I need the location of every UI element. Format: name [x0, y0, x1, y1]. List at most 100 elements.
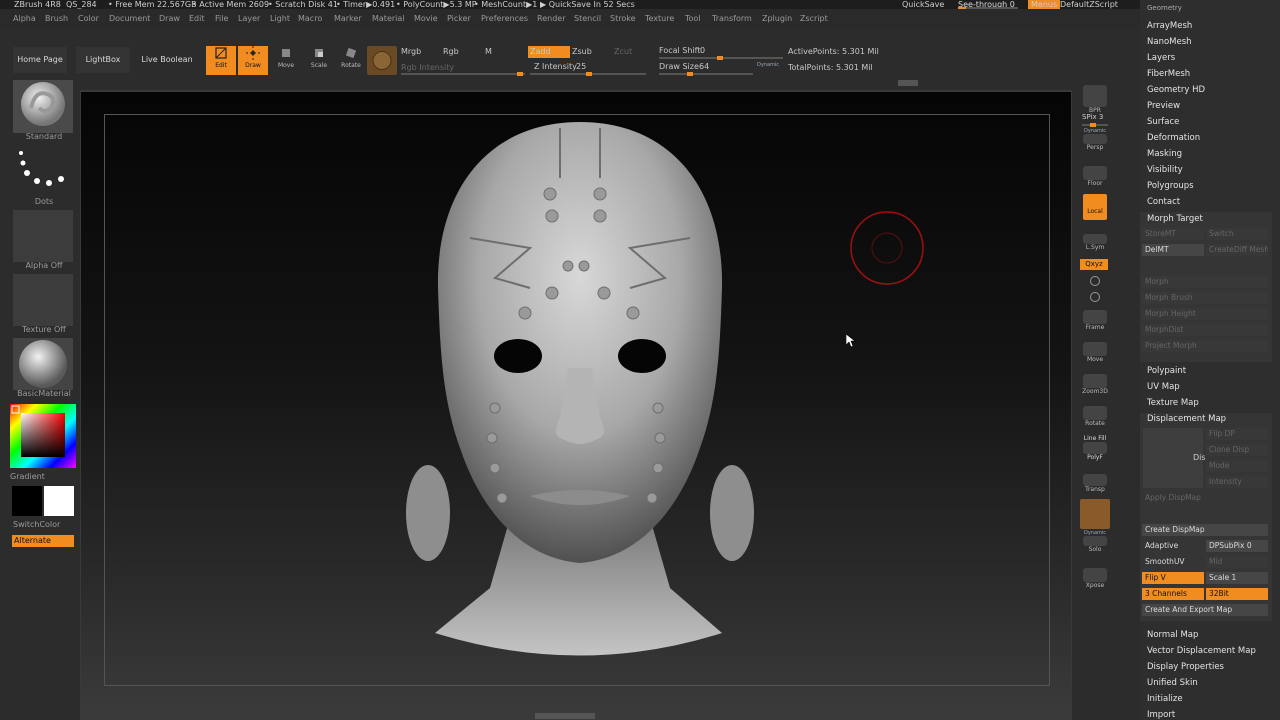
- create-and-export-map-button[interactable]: Create And Export Map: [1142, 604, 1268, 616]
- palette-arraymesh[interactable]: ArrayMesh: [1147, 21, 1192, 31]
- mid-slider[interactable]: Mid: [1206, 556, 1268, 568]
- create-diff-mesh-button[interactable]: CreateDiff Mesh: [1206, 244, 1268, 256]
- lightbox-button[interactable]: LightBox: [76, 47, 130, 73]
- bpr-button[interactable]: BPR: [1082, 85, 1108, 114]
- morph-height-slider[interactable]: Morph Height: [1142, 308, 1268, 320]
- menu-edit[interactable]: Edit: [189, 9, 205, 29]
- rotate-view-button[interactable]: Rotate: [1082, 406, 1108, 427]
- 32bit-toggle[interactable]: 32Bit: [1206, 588, 1268, 600]
- stroke-slot[interactable]: [13, 145, 73, 198]
- palette-preview[interactable]: Preview: [1147, 101, 1180, 111]
- menu-light[interactable]: Light: [270, 9, 290, 29]
- floor-button[interactable]: Floor: [1082, 166, 1108, 187]
- switch-color-button[interactable]: SwitchColor: [13, 520, 75, 529]
- spix-slider[interactable]: SPix 3: [1082, 113, 1103, 121]
- transp-button[interactable]: Transp: [1082, 474, 1108, 493]
- qxyz-button[interactable]: Qxyz: [1080, 259, 1108, 270]
- brush-slot[interactable]: [13, 80, 73, 133]
- color-picker[interactable]: [10, 404, 76, 468]
- solo-button[interactable]: Dynamic Solo: [1082, 530, 1108, 553]
- alternate-button[interactable]: Alternate: [12, 535, 74, 547]
- edit-mode-button[interactable]: Edit: [206, 46, 236, 75]
- z-intensity-track[interactable]: [530, 72, 646, 76]
- project-morph-slider[interactable]: Project Morph: [1142, 340, 1268, 352]
- menu-picker[interactable]: Picker: [447, 9, 471, 29]
- mode-button[interactable]: Mode: [1206, 460, 1268, 472]
- dpsubpix-slider[interactable]: DPSubPix 0: [1206, 540, 1268, 552]
- material-swatch-button[interactable]: [367, 46, 397, 75]
- menu-draw[interactable]: Draw: [159, 9, 180, 29]
- scale-slider[interactable]: Scale 1: [1206, 572, 1268, 584]
- palette-masking[interactable]: Masking: [1147, 149, 1182, 159]
- morph-target-header[interactable]: Morph Target: [1147, 214, 1203, 224]
- xpose-button[interactable]: Xpose: [1082, 568, 1108, 589]
- palette-unified-skin[interactable]: Unified Skin: [1147, 678, 1198, 688]
- menu-movie[interactable]: Movie: [414, 9, 438, 29]
- flip-v-toggle[interactable]: Flip V: [1142, 572, 1204, 584]
- storemt-button[interactable]: StoreMT: [1142, 228, 1204, 240]
- head-model[interactable]: [400, 118, 760, 678]
- dispmap-preview[interactable]: Dis: [1143, 428, 1206, 488]
- palette-nanomesh[interactable]: NanoMesh: [1147, 37, 1192, 47]
- live-boolean-button[interactable]: Live Boolean: [139, 47, 195, 73]
- palette-vector-displacement-map[interactable]: Vector Displacement Map: [1147, 646, 1256, 656]
- menu-tool[interactable]: Tool: [685, 9, 701, 29]
- zcut-button[interactable]: Zcut: [614, 47, 632, 56]
- palette-visibility[interactable]: Visibility: [1147, 165, 1183, 175]
- move-view-button[interactable]: Move: [1082, 342, 1108, 363]
- palette-deformation[interactable]: Deformation: [1147, 133, 1200, 143]
- m-button[interactable]: M: [485, 47, 492, 56]
- rgb-button[interactable]: Rgb: [443, 47, 459, 56]
- delmt-button[interactable]: DelMT: [1142, 244, 1204, 256]
- menu-brush[interactable]: Brush: [45, 9, 68, 29]
- palette-layers[interactable]: Layers: [1147, 53, 1175, 63]
- palette-polypaint[interactable]: Polypaint: [1147, 366, 1186, 376]
- menu-render[interactable]: Render: [537, 9, 565, 29]
- create-dispmap-button[interactable]: Create DispMap: [1142, 524, 1268, 536]
- displacement-map-header[interactable]: Displacement Map: [1147, 414, 1226, 424]
- toolbar-collapse-handle[interactable]: [898, 80, 918, 86]
- zadd-button[interactable]: Zadd: [528, 46, 570, 58]
- switch-button[interactable]: Switch: [1206, 228, 1268, 240]
- texture-slot[interactable]: [13, 274, 73, 326]
- draw-size-label[interactable]: Draw Size: [659, 62, 699, 71]
- rgb-intensity-slider[interactable]: Rgb Intensity: [401, 63, 454, 72]
- morph-slider[interactable]: Morph: [1142, 276, 1268, 288]
- lsym-button[interactable]: L.Sym: [1082, 234, 1108, 251]
- primary-color-swatch[interactable]: [12, 486, 42, 516]
- home-page-button[interactable]: Home Page: [13, 47, 67, 73]
- intensity-slider[interactable]: Intensity: [1206, 476, 1268, 488]
- flip-dp-button[interactable]: Flip DP: [1206, 428, 1268, 440]
- linefill-button[interactable]: Line Fill PolyF: [1082, 435, 1108, 461]
- clone-disp-button[interactable]: Clone Disp: [1206, 444, 1268, 456]
- menu-texture[interactable]: Texture: [645, 9, 674, 29]
- palette-fibermesh[interactable]: FiberMesh: [1147, 69, 1190, 79]
- palette-initialize[interactable]: Initialize: [1147, 694, 1183, 704]
- three-channels-toggle[interactable]: 3 Channels: [1142, 588, 1204, 600]
- menu-file[interactable]: File: [215, 9, 228, 29]
- mrgb-button[interactable]: Mrgb: [401, 47, 421, 56]
- menu-document[interactable]: Document: [109, 9, 150, 29]
- move-mode-button[interactable]: Move: [271, 46, 301, 75]
- menu-stroke[interactable]: Stroke: [610, 9, 636, 29]
- palette-contact[interactable]: Contact: [1147, 197, 1180, 207]
- smooth-uv-toggle[interactable]: SmoothUV: [1142, 556, 1204, 568]
- material-slot[interactable]: [13, 338, 73, 390]
- secondary-color-swatch[interactable]: [44, 486, 74, 516]
- zoom3d-button[interactable]: Zoom3D: [1082, 374, 1108, 395]
- morph-brush-slider[interactable]: Morph Brush: [1142, 292, 1268, 304]
- palette-display-properties[interactable]: Display Properties: [1147, 662, 1224, 672]
- adaptive-toggle[interactable]: Adaptive: [1142, 540, 1204, 552]
- menu-preferences[interactable]: Preferences: [481, 9, 528, 29]
- palette-surface[interactable]: Surface: [1147, 117, 1179, 127]
- rotate-mode-button[interactable]: Rotate: [336, 46, 366, 75]
- menu-transform[interactable]: Transform: [712, 9, 752, 29]
- menu-alpha[interactable]: Alpha: [13, 9, 36, 29]
- dynamic-toggle[interactable]: Dynamic: [757, 62, 779, 68]
- apply-dispmap-button[interactable]: Apply DispMap: [1142, 492, 1268, 504]
- menu-zplugin[interactable]: Zplugin: [762, 9, 792, 29]
- alpha-slot[interactable]: [13, 210, 73, 262]
- focal-shift-label[interactable]: Focal Shift: [659, 46, 700, 55]
- menu-zscript[interactable]: Zscript: [800, 9, 828, 29]
- palette-uv-map[interactable]: UV Map: [1147, 382, 1180, 392]
